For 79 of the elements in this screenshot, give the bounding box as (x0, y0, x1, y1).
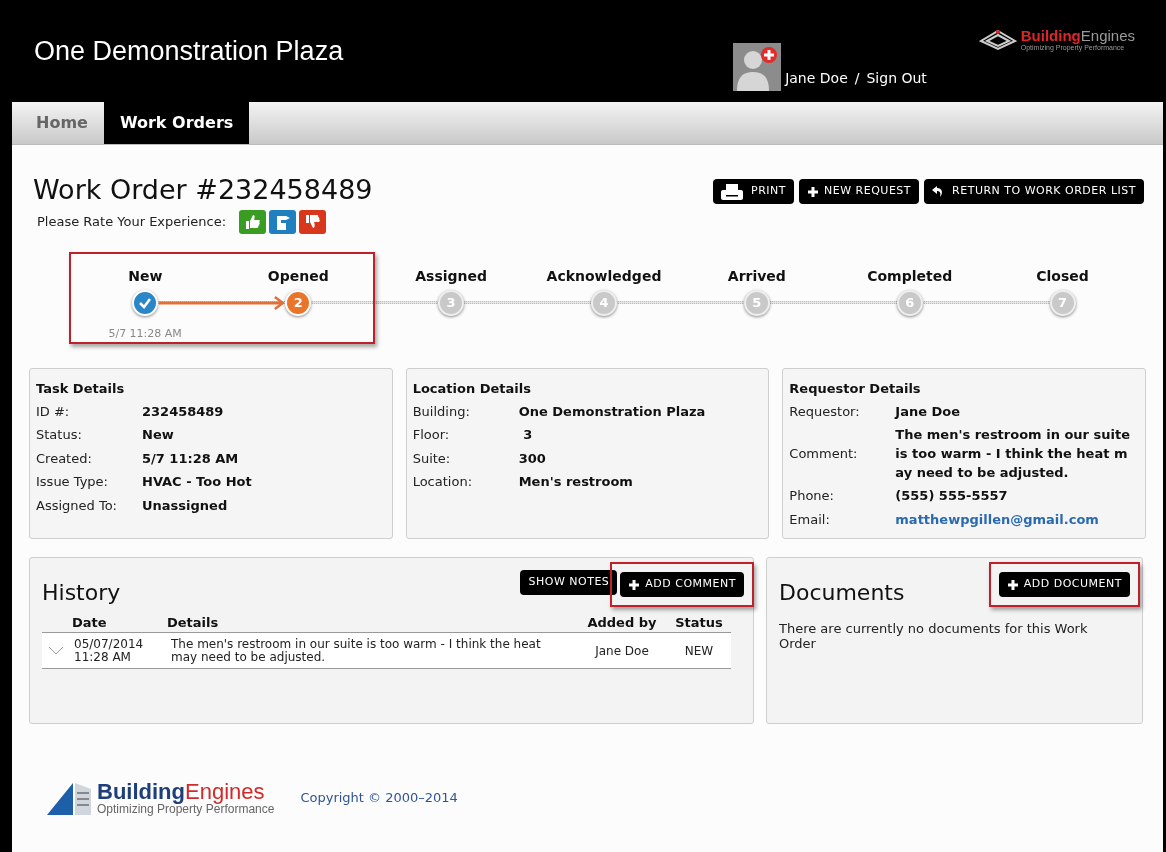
add-comment-button[interactable]: ADD COMMENT (620, 572, 744, 597)
field-value: One Demonstration Plaza (518, 402, 706, 421)
field-value: Jane Doe (895, 402, 961, 421)
new-request-button[interactable]: NEW REQUEST (799, 179, 920, 204)
step-label: Closed (1036, 267, 1089, 286)
thumb-sideways-button[interactable] (269, 210, 297, 234)
step-label: Opened (267, 267, 329, 286)
column-header: Added by (586, 613, 658, 632)
nav-tab[interactable]: Work Orders (103, 102, 250, 144)
field-value: The men's restroom in our suite is too warm - I think the heat m ay need to be adjusted. (895, 426, 1131, 482)
field-value: 232458489 (142, 402, 224, 421)
column-header: Date (71, 613, 108, 632)
thumbs-down-button[interactable] (299, 210, 327, 234)
return-button[interactable]: RETURN TO WORK ORDER LIST (924, 179, 1144, 204)
field-label: Suite: (412, 449, 452, 468)
email-link[interactable]: matthewpgillen@gmail.com (895, 509, 1099, 529)
empty-message: There are currently no documents for this Work Order (778, 621, 1089, 651)
step-label: Assigned (415, 267, 488, 286)
field-label: ID #: (36, 402, 71, 421)
card-title: Requestor Details (789, 380, 922, 398)
logo-wordmark: BuildingEngines (97, 781, 266, 803)
step-label: Acknowledged (546, 267, 662, 286)
card-title: Location Details (412, 380, 532, 398)
panel-title: Documents (779, 579, 905, 607)
plus-icon (1006, 578, 1019, 591)
field-label: Status: (36, 426, 83, 444)
logo-tagline: Optimizing Property Performance (97, 803, 275, 815)
field-label: Comment: (789, 444, 859, 463)
copyright-text: Copyright © 2000–2014 (300, 789, 458, 808)
show-notes-button[interactable]: SHOW NOTES (520, 570, 618, 595)
card-title: Task Details (36, 380, 126, 398)
field-value: New (142, 426, 174, 444)
field-label: Phone: (789, 487, 835, 505)
sign-out-link[interactable]: Sign Out (866, 68, 927, 89)
field-value: 5/7 11:28 AM (142, 449, 239, 468)
added-by-cell-text: Jane Doe (593, 642, 650, 660)
user-name-link[interactable]: Jane Doe (785, 68, 848, 89)
column-header: Details (167, 613, 220, 632)
field-label: Created: (36, 449, 93, 468)
plus-icon (628, 578, 641, 591)
column-header: Status (674, 613, 724, 632)
field-value: 300 (518, 449, 546, 468)
status-cell-text: NEW (683, 642, 715, 660)
field-value: Men's restroom (518, 473, 633, 491)
history-row[interactable]: 05/07/2014 11:28 AM The men's restroom in our suite is too warm - I think the heat may need to be adjusted. Jane Doe NEW (42, 633, 731, 669)
step-current-marker: 2 (285, 290, 312, 316)
step-time: 5/7 11:28 AM (108, 326, 182, 342)
logo-mark-icon (978, 28, 1017, 51)
nav-tab[interactable]: Home (20, 102, 104, 144)
field-value: Unassigned (142, 496, 228, 515)
panel-title: History (42, 579, 121, 607)
details-cell-text: The men's restroom in our suite is too warm - I think the heat may need to be adjusted. (170, 637, 542, 664)
field-label: Location: (412, 473, 474, 491)
step-label: Arrived (727, 267, 786, 286)
field-label: Requestor: (789, 402, 861, 421)
site-title: One Demonstration Plaza (34, 35, 344, 68)
plus-icon (807, 185, 820, 198)
field-value: (555) 555-5557 (895, 487, 1008, 505)
expand-chevron-icon[interactable] (48, 645, 64, 656)
thumbs-up-button[interactable] (239, 210, 267, 234)
avatar-icon (733, 43, 782, 91)
return-arrow-icon (932, 185, 945, 198)
step-label: New (128, 267, 163, 286)
field-value: HVAC - Too Hot (142, 473, 252, 491)
print-button[interactable]: PRINT (713, 179, 795, 204)
step-label: Completed (867, 267, 953, 286)
rating-label: Please Rate Your Experience: (37, 213, 227, 232)
check-icon (138, 297, 153, 309)
field-label: Assigned To: (36, 496, 118, 515)
date-cell: 05/07/2014 11:28 AM (74, 637, 144, 664)
page-title: Work Order #232458489 (33, 173, 373, 207)
field-value: 3 (522, 426, 533, 444)
field-label: Issue Type: (36, 473, 109, 491)
add-document-button[interactable]: ADD DOCUMENT (998, 572, 1130, 597)
field-label: Floor: (412, 426, 451, 444)
field-label: Building: (412, 402, 471, 421)
field-label: Email: (789, 510, 831, 529)
separator-text: / (854, 69, 860, 88)
printer-icon (721, 183, 744, 200)
